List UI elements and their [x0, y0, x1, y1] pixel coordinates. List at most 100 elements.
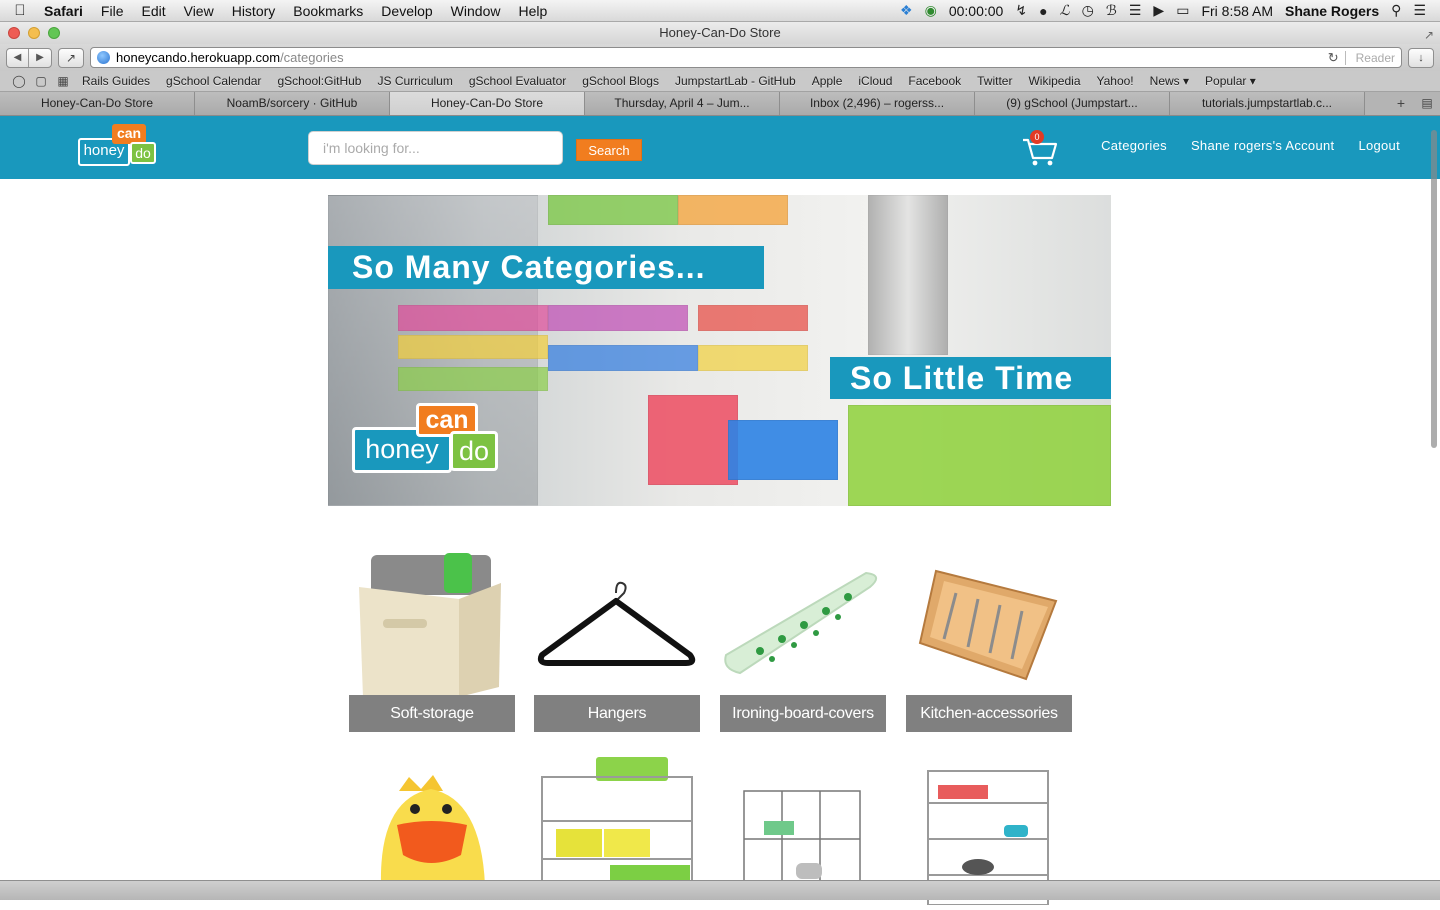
category-label[interactable]: Ironing-board-covers [720, 695, 886, 732]
browser-tab[interactable]: tutorials.jumpstartlab.c... [1170, 92, 1365, 115]
bookmark-item[interactable]: iCloud [850, 74, 900, 88]
bamboo-cutlery-tray-image[interactable] [906, 547, 1072, 697]
nav-account-link[interactable]: Shane rogers's Account [1191, 138, 1335, 153]
fullscreen-icon[interactable]: ↗ [1424, 24, 1434, 46]
search-button[interactable]: Search [576, 139, 642, 161]
window-title: Honey-Can-Do Store [659, 25, 781, 40]
url-path: /categories [280, 50, 344, 65]
lightning-icon[interactable]: ↯ [1015, 2, 1027, 19]
category-tile-hangers[interactable]: Hangers [534, 547, 700, 732]
menu-edit[interactable]: Edit [132, 3, 174, 19]
tab-overview-icon[interactable]: ▤ [1414, 92, 1440, 115]
address-bar[interactable]: honeycando.herokuapp.com /categories ↻ R… [90, 47, 1402, 68]
notification-center-icon[interactable]: ☰ [1413, 2, 1426, 19]
minimize-window-icon[interactable] [28, 27, 40, 39]
zoom-window-icon[interactable] [48, 27, 60, 39]
close-window-icon[interactable] [8, 27, 20, 39]
reading-list-icon[interactable]: ◯ [8, 74, 30, 88]
dropbox-icon[interactable]: ❖ [900, 2, 913, 19]
tab-bar: Honey-Can-Do Store NoamB/sorcery · GitHu… [0, 92, 1440, 116]
nav-logout-link[interactable]: Logout [1358, 138, 1400, 153]
forward-icon[interactable]: ▶ [29, 49, 51, 67]
menu-file[interactable]: File [92, 3, 133, 19]
user-menu[interactable]: Shane Rogers [1285, 3, 1379, 19]
category-label[interactable]: Soft-storage [349, 695, 515, 732]
time-machine-icon[interactable]: ◷ [1082, 2, 1094, 19]
bookmark-item[interactable]: gSchool Calendar [158, 74, 269, 88]
bookmark-item[interactable]: JumpstartLab - GitHub [667, 74, 804, 88]
ironing-board-cover-image[interactable] [720, 547, 886, 697]
macos-menubar:  Safari File Edit View History Bookmark… [0, 0, 1440, 22]
logo-do-text: do [130, 142, 156, 164]
banner-caption-bottom: So Little Time [830, 357, 1111, 399]
back-icon[interactable]: ◀ [7, 48, 29, 67]
menu-history[interactable]: History [223, 3, 285, 19]
window-titlebar: Honey-Can-Do Store ↗ [0, 22, 1440, 44]
search-input[interactable] [308, 131, 563, 165]
script-l-icon[interactable]: ℒ [1060, 2, 1070, 19]
browser-toolbar: ◀ ▶ ↗ honeycando.herokuapp.com /categori… [0, 44, 1440, 71]
bookmark-item[interactable]: JS Curriculum [369, 74, 460, 88]
url-host: honeycando.herokuapp.com [116, 50, 281, 65]
wifi-icon[interactable]: ☰ [1129, 2, 1142, 19]
bookmark-folder-news[interactable]: News ▾ [1142, 74, 1197, 88]
bookmark-item[interactable]: Twitter [969, 74, 1020, 88]
bookmark-item[interactable]: gSchool Blogs [574, 74, 667, 88]
bookmark-folder-popular[interactable]: Popular ▾ [1197, 74, 1264, 88]
bookmark-item[interactable]: gSchool Evaluator [461, 74, 574, 88]
bookmark-item[interactable]: Facebook [900, 74, 969, 88]
apple-menu-icon[interactable]:  [0, 2, 40, 19]
category-tile-kitchen-accessories[interactable]: Kitchen-accessories [906, 547, 1072, 732]
hat-icon[interactable]: ● [1039, 3, 1047, 19]
bookmark-item[interactable]: Yahoo! [1089, 74, 1142, 88]
downloads-icon[interactable]: ↓ [1408, 47, 1434, 68]
page-scrollbar[interactable] [1431, 130, 1437, 448]
window-status-bar [0, 880, 1440, 900]
site-favicon-icon [97, 51, 110, 64]
category-tile-soft-storage[interactable]: Soft-storage [349, 547, 515, 732]
bookmark-item[interactable]: gSchool:GitHub [269, 74, 369, 88]
site-header: honey can do Search 0 Categories Shane r… [0, 116, 1440, 179]
spotlight-search-icon[interactable]: ⚲ [1391, 2, 1401, 19]
browser-tab[interactable]: Thursday, April 4 – Jum... [585, 92, 780, 115]
bookmark-item[interactable]: Wikipedia [1020, 74, 1088, 88]
hero-banner: So Many Categories... So Little Time hon… [328, 195, 1111, 506]
share-icon[interactable]: ↗ [58, 47, 84, 68]
globe-status-icon[interactable]: ◉ [925, 2, 937, 19]
menu-develop[interactable]: Develop [372, 3, 441, 19]
bluetooth-icon[interactable]: ℬ [1106, 2, 1117, 19]
timer-readout[interactable]: 00:00:00 [949, 3, 1004, 19]
top-sites-grid-icon[interactable]: ▦ [52, 74, 74, 88]
reload-icon[interactable]: ↻ [1328, 50, 1339, 66]
browser-tab[interactable]: (9) gSchool (Jumpstart... [975, 92, 1170, 115]
clock[interactable]: Fri 8:58 AM [1201, 3, 1273, 19]
menu-view[interactable]: View [175, 3, 223, 19]
browser-tab[interactable]: Inbox (2,496) – rogerss... [780, 92, 975, 115]
bookmarks-book-icon[interactable]: ▢ [30, 74, 52, 88]
new-tab-icon[interactable]: + [1388, 92, 1414, 115]
category-tile-ironing-board-covers[interactable]: Ironing-board-covers [720, 547, 886, 732]
bookmark-item[interactable]: Apple [804, 74, 851, 88]
volume-icon[interactable]: ▶ [1153, 2, 1164, 19]
logo-can-text: can [112, 124, 146, 144]
reader-button[interactable]: Reader [1344, 50, 1395, 65]
battery-icon[interactable]: ▭ [1176, 2, 1189, 19]
menu-help[interactable]: Help [509, 3, 556, 19]
browser-tab[interactable]: NoamB/sorcery · GitHub [195, 92, 390, 115]
fabric-storage-bin-image[interactable] [349, 547, 515, 697]
bookmark-item[interactable]: Rails Guides [74, 74, 158, 88]
browser-tab-active[interactable]: Honey-Can-Do Store [390, 92, 585, 115]
browser-tab[interactable]: Honey-Can-Do Store [0, 92, 195, 115]
cart-count-badge: 0 [1030, 130, 1044, 144]
site-logo[interactable]: honey can do [78, 124, 158, 172]
category-label[interactable]: Hangers [534, 695, 700, 732]
menu-bookmarks[interactable]: Bookmarks [284, 3, 372, 19]
category-label[interactable]: Kitchen-accessories [906, 695, 1072, 732]
menu-window[interactable]: Window [442, 3, 510, 19]
menu-app-safari[interactable]: Safari [40, 3, 92, 19]
bookmarks-bar: ◯ ▢ ▦ Rails Guides gSchool Calendar gSch… [0, 71, 1440, 92]
velvet-hanger-image[interactable] [534, 547, 700, 697]
nav-categories-link[interactable]: Categories [1101, 138, 1167, 153]
cart-icon[interactable]: 0 [1020, 130, 1060, 168]
banner-logo: honey can do [352, 403, 502, 493]
